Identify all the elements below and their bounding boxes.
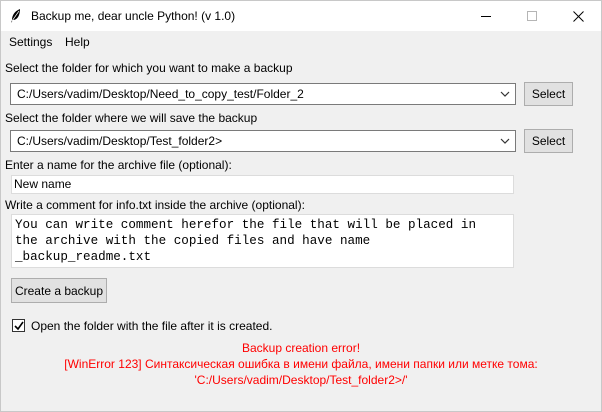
checkmark-icon — [14, 321, 24, 331]
open-folder-label[interactable]: Open the folder with the file after it i… — [31, 319, 272, 333]
menu-settings[interactable]: Settings — [9, 35, 52, 49]
archive-name-input[interactable]: New name — [11, 175, 514, 194]
error-path: 'C:/Users/vadim/Desktop/Test_folder2>/' — [194, 373, 408, 387]
maximize-icon — [527, 11, 537, 21]
comment-line: the archive with the copied files and ha… — [15, 234, 371, 248]
source-folder-label: Select the folder for which you want to … — [5, 61, 293, 75]
window-title: Backup me, dear uncle Python! (v 1.0) — [31, 9, 236, 23]
comment-line: _backup_readme.txt — [15, 250, 152, 264]
minimize-button[interactable] — [463, 1, 509, 31]
minimize-icon — [481, 16, 491, 17]
chevron-down-icon[interactable] — [499, 136, 511, 146]
close-icon — [572, 10, 584, 22]
comment-textarea[interactable]: You can write comment herefor the file t… — [11, 214, 514, 268]
destination-folder-combobox[interactable]: C:/Users/vadim/Desktop/Test_folder2> — [10, 130, 516, 152]
menu-help[interactable]: Help — [65, 35, 90, 49]
comment-line: You can write comment herefor the file t… — [15, 218, 477, 232]
maximize-button[interactable] — [509, 1, 555, 31]
error-message: [WinError 123] Синтаксическая ошибка в и… — [64, 357, 538, 371]
create-backup-button[interactable]: Create a backup — [11, 278, 107, 303]
comment-label: Write a comment for info.txt inside the … — [5, 198, 305, 212]
source-folder-combobox[interactable]: C:/Users/vadim/Desktop/Need_to_copy_test… — [10, 83, 516, 105]
source-select-button[interactable]: Select — [524, 82, 573, 106]
source-folder-path: C:/Users/vadim/Desktop/Need_to_copy_test… — [17, 87, 304, 101]
destination-select-button[interactable]: Select — [524, 129, 573, 153]
feather-icon — [11, 9, 20, 23]
error-title: Backup creation error! — [241, 341, 361, 355]
destination-folder-label: Select the folder where we will save the… — [5, 111, 258, 125]
archive-name-label: Enter a name for the archive file (optio… — [5, 158, 232, 172]
chevron-down-icon[interactable] — [499, 89, 511, 99]
menu-bar: Settings Help — [1, 32, 601, 52]
close-button[interactable] — [555, 1, 601, 31]
title-bar[interactable]: Backup me, dear uncle Python! (v 1.0) — [1, 1, 601, 31]
destination-folder-path: C:/Users/vadim/Desktop/Test_folder2> — [17, 134, 223, 148]
app-window: Backup me, dear uncle Python! (v 1.0) Se… — [0, 0, 602, 412]
open-folder-checkbox[interactable] — [12, 319, 25, 332]
